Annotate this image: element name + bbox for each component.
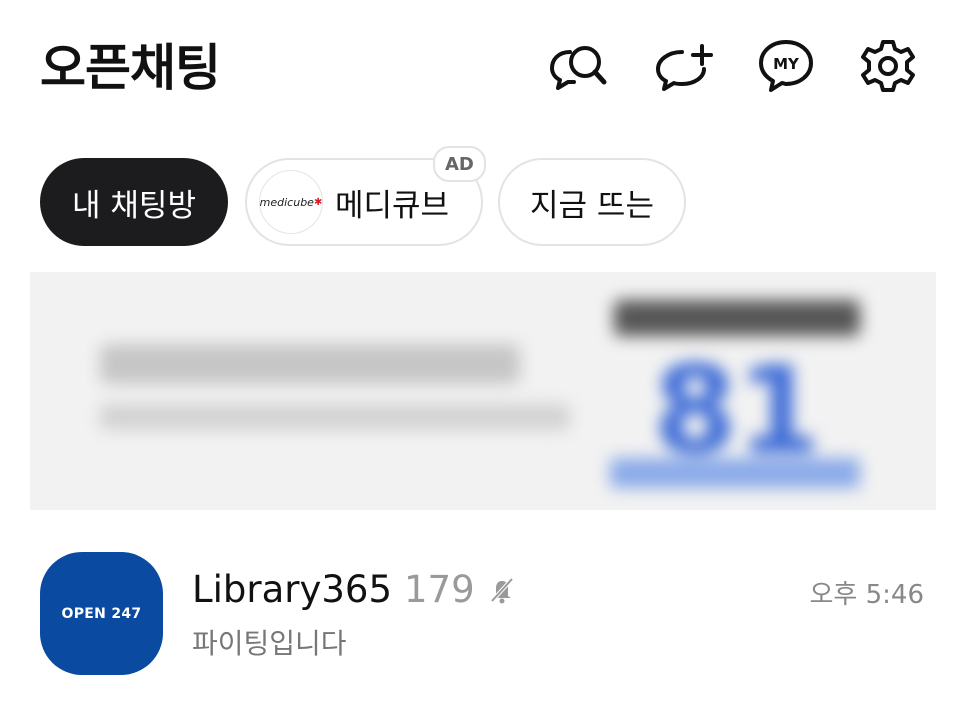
ad-banner[interactable]: 81 — [30, 272, 936, 510]
ad-banner-content: 81 — [30, 272, 936, 510]
chat-room-avatar: OPEN 247 — [40, 552, 163, 675]
chat-room-row[interactable]: OPEN 247 Library365 179 파이팅입니다 오후 5:46 — [0, 540, 966, 690]
header: 오픈채팅 MY — [0, 0, 966, 130]
chat-room-title: Library365 179 — [192, 568, 517, 611]
member-count: 179 — [404, 568, 475, 611]
my-label: MY — [773, 55, 800, 73]
tab-trending[interactable]: 지금 뜨는 — [498, 158, 686, 246]
ad-badge: AD — [433, 146, 486, 182]
my-chat-icon[interactable]: MY — [755, 36, 817, 96]
ad-chip-label: 메디큐브 — [335, 187, 450, 224]
last-message-time: 오후 5:46 — [809, 580, 925, 610]
mute-bell-icon — [487, 575, 517, 605]
chat-add-icon[interactable] — [652, 36, 714, 96]
chat-room-name: Library365 — [192, 568, 392, 611]
tab-my-chats[interactable]: 내 채팅방 — [40, 158, 228, 246]
chat-search-icon[interactable] — [548, 36, 610, 96]
last-message: 파이팅입니다 — [192, 627, 347, 660]
page-title: 오픈채팅 — [40, 39, 221, 97]
gear-icon[interactable] — [857, 36, 919, 96]
medicube-logo: medicube ✱ — [259, 170, 323, 234]
